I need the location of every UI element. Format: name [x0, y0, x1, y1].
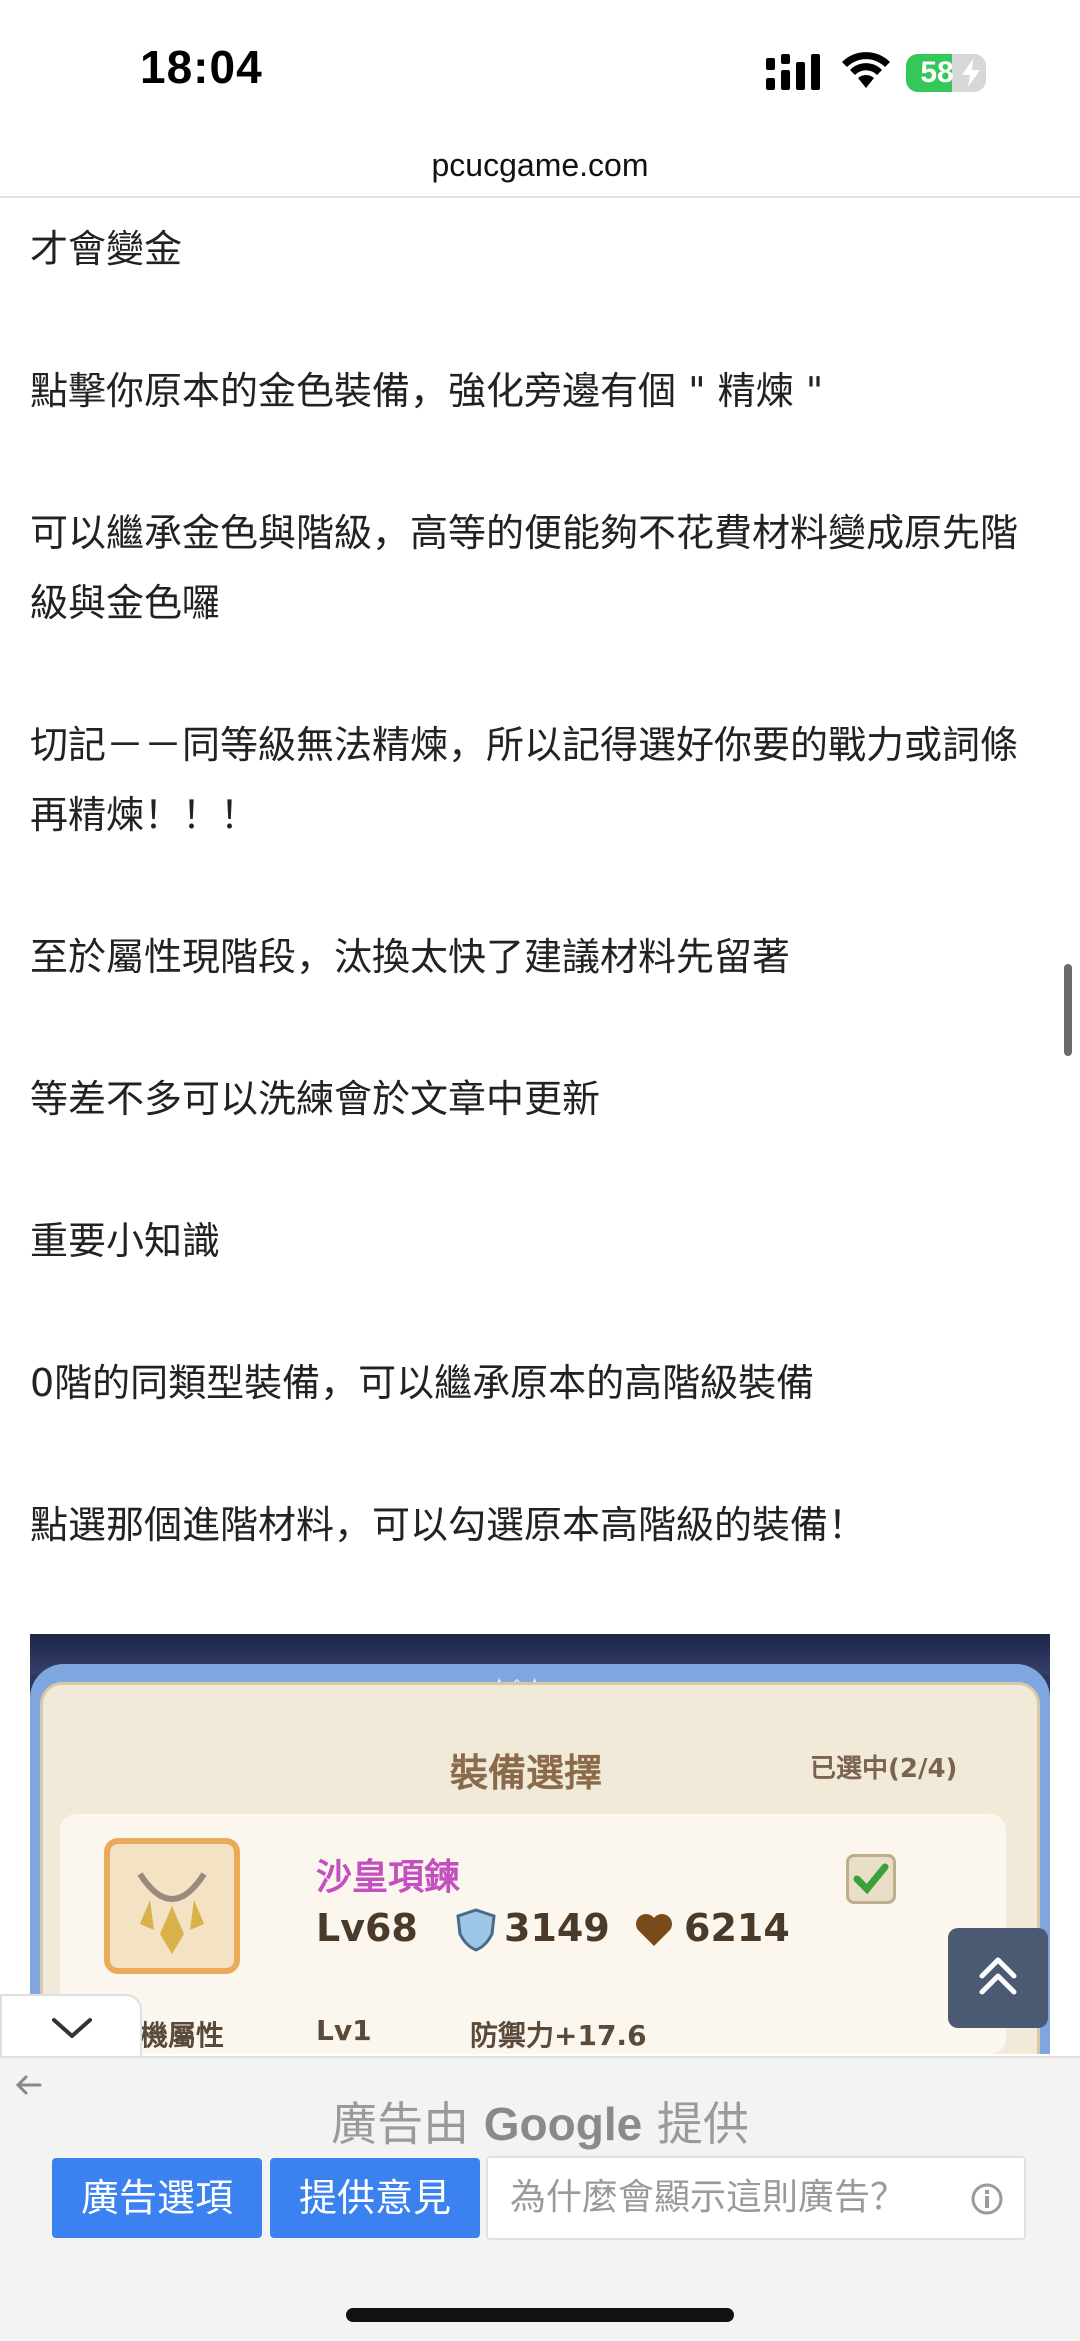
ad-bar: 廣告由 Google 提供 廣告選項 提供意見 為什麼會顯示這則廣告？: [0, 2056, 1080, 2341]
charging-bolt-icon: [962, 59, 980, 87]
clock: 18:04: [140, 41, 263, 93]
article-paragraph: 等差不多可以洗練會於文章中更新: [30, 1077, 601, 1121]
back-to-top-button[interactable]: [948, 1928, 1048, 2028]
article-image: ✦◇✦ 裝備選擇 已選中(2/4) 沙皇項鍊 Lv68 3149 6214 機屬…: [30, 1634, 1050, 2054]
status-bar: 18:04 58: [0, 0, 1080, 140]
article-paragraph: 可以繼承金色與階級，高等的便能夠不花費材料變成原先階級與金色囉: [30, 511, 1019, 625]
google-logo: Google: [483, 2098, 643, 2150]
attribute-stat: 防禦力+17.6: [470, 2019, 647, 2052]
article-paragraph: 才會變金: [30, 227, 183, 271]
signal-icon: [766, 54, 820, 90]
battery-icon: 58: [906, 54, 986, 92]
article-paragraph: 點選那個進階材料，可以勾選原本高階級的裝備！: [30, 1503, 867, 1547]
ad-options-button[interactable]: 廣告選項: [52, 2158, 262, 2238]
article-paragraph: 重要小知識: [30, 1219, 221, 1263]
collapse-ad-button[interactable]: [0, 1994, 142, 2058]
item-level: Lv68: [316, 1906, 418, 1950]
article-paragraph: 0階的同類型裝備，可以繼承原本的高階級裝備: [30, 1361, 815, 1405]
ad-provider-suffix: 提供: [656, 2097, 749, 2151]
item-hp: 6214: [684, 1906, 790, 1950]
article-paragraph: 點擊你原本的金色裝備，強化旁邊有個 " 精煉 ": [30, 369, 824, 413]
battery-level-text: 58: [920, 56, 954, 89]
address-bar[interactable]: pcucgame.com: [0, 140, 1080, 198]
ad-feedback-button[interactable]: 提供意見: [270, 2158, 480, 2238]
attribute-label: 機屬性: [140, 2019, 225, 2052]
heart-icon: [636, 1914, 672, 1946]
panel-title: 裝備選擇: [450, 1751, 603, 1795]
selected-count: 已選中(2/4): [810, 1754, 958, 1784]
wifi-icon: [842, 52, 890, 88]
item-defense: 3149: [504, 1906, 610, 1950]
info-icon: [971, 2183, 1003, 2215]
scrollbar[interactable]: [1064, 964, 1072, 1056]
ad-provider-prefix: 廣告由: [331, 2097, 470, 2151]
double-chevron-up-icon: [979, 1957, 1017, 1995]
url-text: pcucgame.com: [431, 147, 649, 183]
chevron-down-icon: [52, 2018, 92, 2038]
article-paragraph: 切記－－同等級無法精煉，所以記得選好你要的戰力或詞條再精煉！！！: [30, 723, 1019, 837]
why-this-ad-button[interactable]: 為什麼會顯示這則廣告？: [486, 2156, 1026, 2240]
ad-provider-text: 廣告由 Google 提供: [0, 2088, 1080, 2154]
checkbox-checked-icon: [846, 1854, 896, 1904]
why-this-ad-text: 為什麼會顯示這則廣告？: [510, 2177, 907, 2218]
attribute-level: Lv1: [316, 2014, 372, 2047]
item-name: 沙皇項鍊: [316, 1857, 461, 1898]
article-body: 才會變金 點擊你原本的金色裝備，強化旁邊有個 " 精煉 " 可以繼承金色與階級，…: [30, 198, 1040, 1632]
home-indicator[interactable]: [346, 2308, 734, 2322]
necklace-icon: [104, 1838, 240, 1974]
article-paragraph: 至於屬性現階段，汰換太快了建議材料先留著: [30, 935, 791, 979]
shield-icon: [456, 1908, 496, 1952]
